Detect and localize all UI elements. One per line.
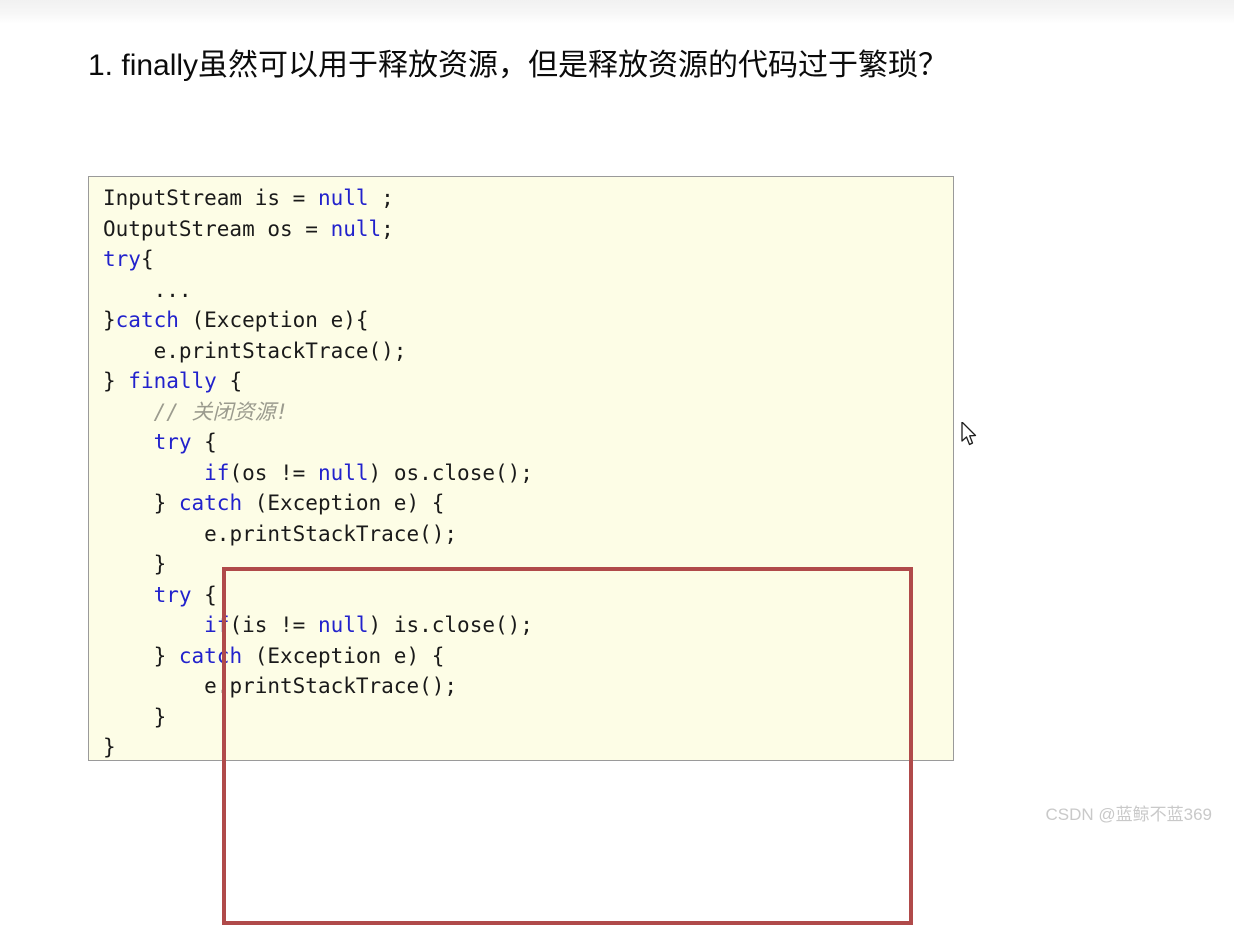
- code-text: e.printStackTrace();: [153, 338, 407, 363]
- code-line: try {: [103, 580, 533, 611]
- code-keyword: null: [317, 613, 369, 637]
- code-text: }: [103, 735, 116, 759]
- code-text: ...: [153, 277, 192, 302]
- code-text: ) is.close();: [368, 613, 533, 637]
- code-text: {: [140, 247, 154, 271]
- mouse-pointer-icon: [961, 422, 977, 446]
- code-comment: // 关闭资源!: [153, 399, 289, 424]
- code-line: ...: [103, 275, 533, 306]
- code-text: (Exception e) {: [242, 643, 445, 668]
- code-text: {: [216, 369, 243, 393]
- code-block-card: InputStream is = null ; OutputStream os =…: [88, 176, 954, 925]
- code-text: InputStream is =: [103, 186, 318, 210]
- code-keyword: catch: [178, 643, 243, 668]
- code-keyword: catch: [178, 491, 243, 515]
- code-keyword: null: [317, 186, 369, 210]
- code-text: (Exception e) {: [242, 491, 445, 515]
- code-keyword: catch: [115, 308, 179, 332]
- code-line: }: [103, 549, 533, 580]
- code-text: }: [153, 643, 179, 668]
- code-text: e.printStackTrace();: [204, 521, 458, 546]
- code-line: e.printStackTrace();: [103, 336, 533, 367]
- code-keyword: finally: [128, 369, 217, 393]
- code-text: ;: [368, 186, 394, 210]
- csdn-watermark: CSDN @蓝鲸不蓝369: [1045, 805, 1212, 824]
- code-text: }: [103, 369, 129, 393]
- code-line: e.printStackTrace();: [103, 519, 533, 550]
- code-text: {: [191, 582, 217, 607]
- code-text: }: [153, 704, 167, 729]
- code-line: // 关闭资源!: [103, 397, 533, 428]
- code-keyword: if: [204, 460, 230, 485]
- code-line: if(is != null) is.close();: [103, 610, 533, 641]
- code-text: e.printStackTrace();: [204, 674, 458, 698]
- code-line: }: [103, 702, 533, 733]
- top-edge-strip: [0, 0, 1234, 24]
- code-keyword: null: [317, 460, 369, 485]
- code-text: ) os.close();: [368, 460, 533, 485]
- page-title: 1. finally虽然可以用于释放资源，但是释放资源的代码过于繁琐？: [88, 49, 949, 82]
- code-keyword: try: [153, 582, 192, 607]
- code-line: if(os != null) os.close();: [103, 458, 533, 489]
- code-line: e.printStackTrace();: [103, 671, 533, 702]
- code-line: }: [103, 732, 533, 763]
- code-text: OutputStream os =: [103, 216, 331, 241]
- code-line: } finally {: [103, 366, 533, 397]
- code-listing: InputStream is = null ; OutputStream os =…: [103, 183, 533, 763]
- code-keyword: null: [330, 216, 382, 241]
- code-keyword: try: [103, 247, 141, 271]
- code-text: (Exception e){: [178, 308, 369, 332]
- code-keyword: try: [153, 430, 192, 454]
- code-line: try {: [103, 427, 533, 458]
- code-line: } catch (Exception e) {: [103, 488, 533, 519]
- code-text: (is !=: [229, 613, 318, 637]
- code-line: try{: [103, 244, 533, 275]
- code-keyword: if: [204, 613, 230, 637]
- code-text: }: [103, 308, 116, 332]
- code-line: OutputStream os = null;: [103, 214, 533, 245]
- code-line: } catch (Exception e) {: [103, 641, 533, 672]
- code-text: }: [153, 552, 167, 576]
- code-line: InputStream is = null ;: [103, 183, 533, 214]
- code-text: }: [153, 491, 179, 515]
- code-line: }catch (Exception e){: [103, 305, 533, 336]
- code-text: (os !=: [229, 460, 318, 485]
- code-text: ;: [381, 216, 394, 241]
- code-text: {: [191, 430, 217, 454]
